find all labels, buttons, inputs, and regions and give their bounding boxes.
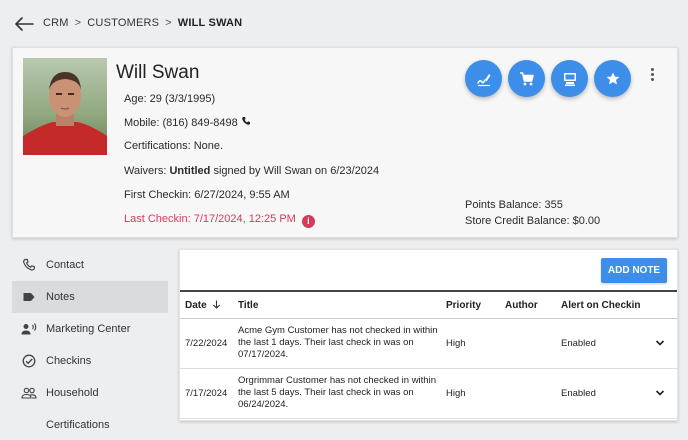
- star-icon: [606, 72, 619, 84]
- check-circle-icon: [21, 353, 37, 369]
- phone-icon: [21, 257, 37, 273]
- customer-waivers: Waivers: Untitled signed by Will Swan on…: [124, 165, 379, 177]
- breadcrumb-customers[interactable]: CUSTOMERS: [87, 17, 159, 29]
- note-alert: Enabled: [561, 338, 596, 349]
- note-title-line: the last 5 days. Their last check in was…: [238, 387, 414, 398]
- note-date: 7/22/2024: [185, 338, 228, 349]
- column-date-label: Date: [185, 300, 207, 311]
- sidebar-item-notes[interactable]: Notes: [12, 281, 168, 313]
- store-credit-balance: Store Credit Balance: $0.00: [465, 215, 601, 227]
- sidebar-item-contact[interactable]: Contact: [12, 249, 168, 281]
- phone-icon[interactable]: [241, 116, 251, 126]
- customer-name: Will Swan: [116, 62, 200, 83]
- customer-mobile[interactable]: Mobile: (816) 849-8498: [124, 117, 238, 129]
- sign-waiver-icon: [476, 73, 490, 86]
- quick-actions: [465, 60, 631, 97]
- customer-certifications: Certifications: None.: [124, 140, 224, 152]
- customer-last-checkin: Last Checkin: 7/17/2024, 12:25 PM: [124, 213, 296, 225]
- note-title-line: 06/24/2024.: [238, 399, 289, 410]
- cart-button[interactable]: [508, 60, 545, 97]
- label-icon: [21, 289, 37, 305]
- note-title: Acme Gym Customer has not checked in wit…: [238, 325, 438, 361]
- note-title: Orgrimmar Customer has not checked in wi…: [238, 375, 438, 411]
- sidebar-item-marketing-center[interactable]: Marketing Center: [12, 313, 168, 345]
- notes-panel: ADD NOTE Date Title Priority Author Aler…: [179, 249, 678, 421]
- sort-arrow-down-icon[interactable]: [212, 300, 221, 309]
- customer-avatar: [23, 58, 107, 155]
- column-priority[interactable]: Priority: [446, 300, 481, 311]
- sidebar-item-label: Marketing Center: [46, 323, 131, 335]
- pos-terminal-button[interactable]: [551, 60, 588, 97]
- column-alert-on-checkin[interactable]: Alert on Checkin: [561, 300, 640, 311]
- points-balance: Points Balance: 355: [465, 199, 563, 211]
- sign-waiver-button[interactable]: [465, 60, 502, 97]
- sidebar-item-label: Notes: [46, 291, 75, 303]
- sidebar-item-label: Household: [46, 387, 99, 399]
- chevron-down-icon[interactable]: [655, 389, 665, 397]
- note-title-line: 07/17/2024.: [238, 349, 289, 360]
- sidebar-item-certifications[interactable]: Certifications: [12, 409, 168, 440]
- waiver-name[interactable]: Untitled: [169, 165, 210, 177]
- column-title[interactable]: Title: [238, 300, 258, 311]
- customer-age: Age: 29 (3/3/1995): [124, 93, 216, 105]
- notes-table-header: Date Title Priority Author Alert on Chec…: [180, 290, 677, 319]
- sidebar-item-label: Contact: [46, 259, 84, 271]
- breadcrumb-separator: >: [74, 17, 82, 29]
- header-bar: CRM > CUSTOMERS > WILL SWAN: [0, 0, 688, 48]
- note-priority: High: [446, 388, 466, 399]
- favorite-button[interactable]: [594, 60, 631, 97]
- breadcrumb-separator: >: [165, 17, 172, 29]
- certifications-icon: [21, 417, 37, 433]
- note-title-line: Acme Gym Customer has not checked in wit…: [238, 325, 438, 336]
- customer-sidebar: Contact Notes Marketing Center Checkins …: [12, 249, 168, 440]
- note-alert: Enabled: [561, 388, 596, 399]
- note-title-line: Orgrimmar Customer has not checked in wi…: [238, 375, 436, 386]
- breadcrumb-current: WILL SWAN: [177, 17, 243, 29]
- column-author[interactable]: Author: [505, 300, 538, 311]
- breadcrumb: CRM > CUSTOMERS > WILL SWAN: [43, 17, 242, 29]
- note-date: 7/17/2024: [185, 388, 228, 399]
- table-row[interactable]: 7/22/2024 Acme Gym Customer has not chec…: [180, 319, 677, 369]
- sidebar-item-label: Certifications: [46, 419, 110, 431]
- cart-icon: [519, 71, 534, 85]
- customer-profile-card: Will Swan Age: 29 (3/3/1995) Mobile: (81…: [12, 47, 678, 238]
- chevron-down-icon[interactable]: [655, 339, 665, 347]
- note-priority: High: [446, 338, 466, 349]
- balances: Points Balance: 355 Store Credit Balance…: [465, 197, 600, 229]
- customer-mobile-row: Mobile: (816) 849-8498: [124, 116, 251, 129]
- waiver-signed-text: signed by Will Swan on 6/23/2024: [210, 165, 380, 177]
- sidebar-item-label: Checkins: [46, 355, 92, 367]
- note-title-line: the last 1 days. Their last check in was…: [238, 337, 414, 348]
- sidebar-item-checkins[interactable]: Checkins: [12, 345, 168, 377]
- waivers-label: Waivers:: [124, 165, 170, 177]
- column-date[interactable]: Date: [185, 300, 221, 311]
- table-row[interactable]: 7/17/2024 Orgrimmar Customer has not che…: [180, 369, 677, 419]
- info-icon[interactable]: i: [301, 215, 315, 228]
- customer-first-checkin: First Checkin: 6/27/2024, 9:55 AM: [124, 189, 290, 201]
- back-arrow-icon[interactable]: [14, 16, 34, 32]
- pos-terminal-icon: [563, 72, 576, 86]
- megaphone-person-icon: [21, 321, 37, 337]
- more-options-icon[interactable]: [649, 68, 655, 82]
- avatar-photo: [23, 58, 107, 155]
- add-note-button[interactable]: ADD NOTE: [601, 258, 667, 283]
- group-icon: [21, 385, 37, 401]
- sidebar-item-household[interactable]: Household: [12, 377, 168, 409]
- customer-last-checkin-row: Last Checkin: 7/17/2024, 12:25 PM i: [124, 213, 315, 228]
- breadcrumb-crm[interactable]: CRM: [43, 17, 69, 29]
